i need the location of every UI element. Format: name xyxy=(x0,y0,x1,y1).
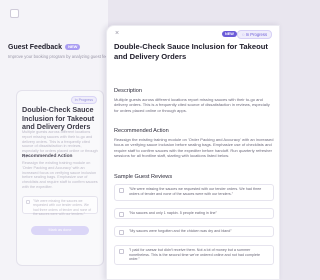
page-title: Guest Feedback NEW xyxy=(8,44,81,51)
status-badge: In Progress xyxy=(70,96,97,104)
review-item: "I paid for caesar but didn't receive th… xyxy=(114,245,274,265)
review-checkbox[interactable] xyxy=(119,249,124,254)
panel-new-badge: NEW xyxy=(222,31,237,37)
review-text: "No sauces and only 1 napkin. 5 people e… xyxy=(129,211,217,215)
close-icon[interactable]: × xyxy=(115,30,119,38)
review-text: "I paid for caesar but didn't receive th… xyxy=(129,248,261,262)
reviews-heading: Sample Guest Reviews xyxy=(114,174,173,180)
recommended-text: Reassign the existing training module on… xyxy=(114,137,274,158)
page-subtitle: Improve your booking program by analyzin… xyxy=(8,54,106,59)
insight-card[interactable]: In Progress Double-Check Sauce Inclusion… xyxy=(16,90,104,266)
panel-status-text: In Progress xyxy=(245,32,268,37)
mark-done-button[interactable]: Mark as done xyxy=(31,226,89,235)
review-checkbox[interactable] xyxy=(119,212,124,217)
new-badge: NEW xyxy=(65,44,81,50)
description-text: Multiple guests across different locatio… xyxy=(114,97,270,113)
review-item: "No sauces and only 1 napkin. 5 people e… xyxy=(114,208,274,219)
card-quote: "We were missing the sauces we requested… xyxy=(22,196,98,217)
background-page: Guest Feedback NEW Improve your booking p… xyxy=(0,0,108,280)
detail-panel: × NEW ◌ In Progress Double-Check Sauce I… xyxy=(106,25,280,280)
checkbox-icon[interactable] xyxy=(26,200,30,204)
card-rec-heading: Recommended Action xyxy=(22,154,73,159)
card-rec-text: Reassign the existing training module on… xyxy=(22,161,98,189)
review-item: "We were missing the sauces we requested… xyxy=(114,184,274,201)
sidebar-toggle-icon[interactable] xyxy=(10,9,19,18)
card-quote-text: "We were missing the sauces we requested… xyxy=(33,199,92,217)
review-text: "My sauces were forgotten and the chicke… xyxy=(129,229,232,233)
recommended-heading: Recommended Action xyxy=(114,128,169,134)
card-title: Double-Check Sauce Inclusion for Takeout… xyxy=(22,105,95,132)
panel-title: Double-Check Sauce Inclusion for Takeout… xyxy=(114,42,268,61)
panel-status-badge[interactable]: ◌ In Progress xyxy=(237,30,273,39)
description-heading: Description xyxy=(114,88,142,94)
review-checkbox[interactable] xyxy=(119,230,124,235)
review-text: "We were missing the sauces we requested… xyxy=(129,187,262,196)
page-title-text: Guest Feedback xyxy=(8,44,63,51)
review-checkbox[interactable] xyxy=(119,188,124,193)
review-item: "My sauces were forgotten and the chicke… xyxy=(114,226,274,237)
